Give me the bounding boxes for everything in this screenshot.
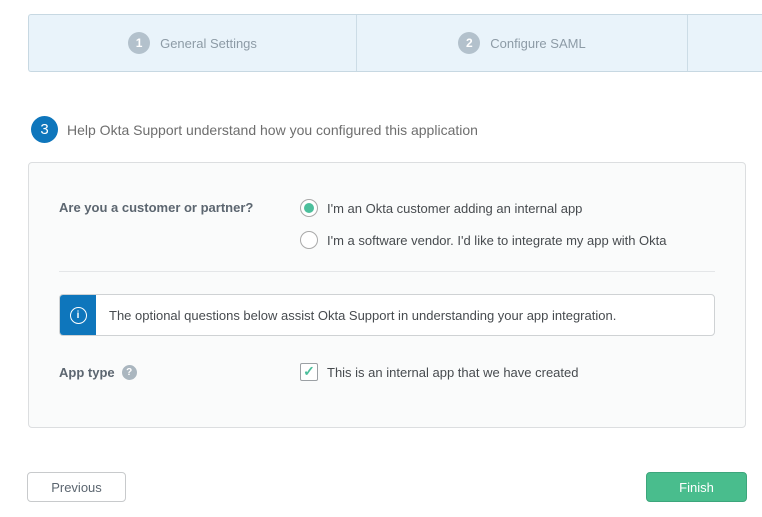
radio-option-label[interactable]: I'm an Okta customer adding an internal … [327, 201, 582, 216]
finish-button[interactable]: Finish [646, 472, 747, 502]
step-1-badge: 1 [128, 32, 150, 54]
step-general-settings[interactable]: 1 General Settings [29, 15, 356, 71]
step-2-badge: 2 [458, 32, 480, 54]
wizard-stepper: 1 General Settings 2 Configure SAML [28, 14, 762, 72]
radio-option-software-vendor[interactable]: I'm a software vendor. I'd like to integ… [300, 231, 667, 249]
feedback-form-panel: Are you a customer or partner? I'm an Ok… [28, 162, 746, 428]
okta-wizard-page: 1 General Settings 2 Configure SAML 3 He… [0, 0, 762, 517]
radio-option-okta-customer[interactable]: I'm an Okta customer adding an internal … [300, 199, 582, 217]
radio-dot [304, 203, 314, 213]
section-divider [59, 271, 715, 272]
step-1-label: General Settings [160, 36, 257, 51]
step-configure-saml[interactable]: 2 Configure SAML [356, 15, 687, 71]
help-tooltip-icon[interactable]: ? [122, 365, 137, 380]
step-3-cell-cutoff[interactable] [687, 15, 762, 71]
checkbox-label[interactable]: This is an internal app that we have cre… [327, 365, 578, 380]
radio-button-unselected[interactable] [300, 231, 318, 249]
step-2-label: Configure SAML [490, 36, 585, 51]
checkbox-checked[interactable]: ✓ [300, 363, 318, 381]
checkmark-icon: ✓ [303, 364, 315, 378]
info-callout-text: The optional questions below assist Okta… [109, 295, 616, 335]
radio-option-label[interactable]: I'm a software vendor. I'd like to integ… [327, 233, 667, 248]
info-icon: i [70, 307, 87, 324]
step-3-number-badge: 3 [31, 116, 58, 143]
previous-button[interactable]: Previous [27, 472, 126, 502]
radio-button-selected[interactable] [300, 199, 318, 217]
internal-app-checkbox-row[interactable]: ✓ This is an internal app that we have c… [300, 363, 578, 381]
customer-question-label: Are you a customer or partner? [59, 200, 253, 215]
info-callout: i The optional questions below assist Ok… [59, 294, 715, 336]
page-title: Help Okta Support understand how you con… [67, 122, 478, 138]
info-callout-accent: i [60, 295, 96, 335]
app-type-label-row: App type ? [59, 365, 137, 380]
radio-dot [304, 235, 314, 245]
app-type-label: App type [59, 365, 115, 380]
